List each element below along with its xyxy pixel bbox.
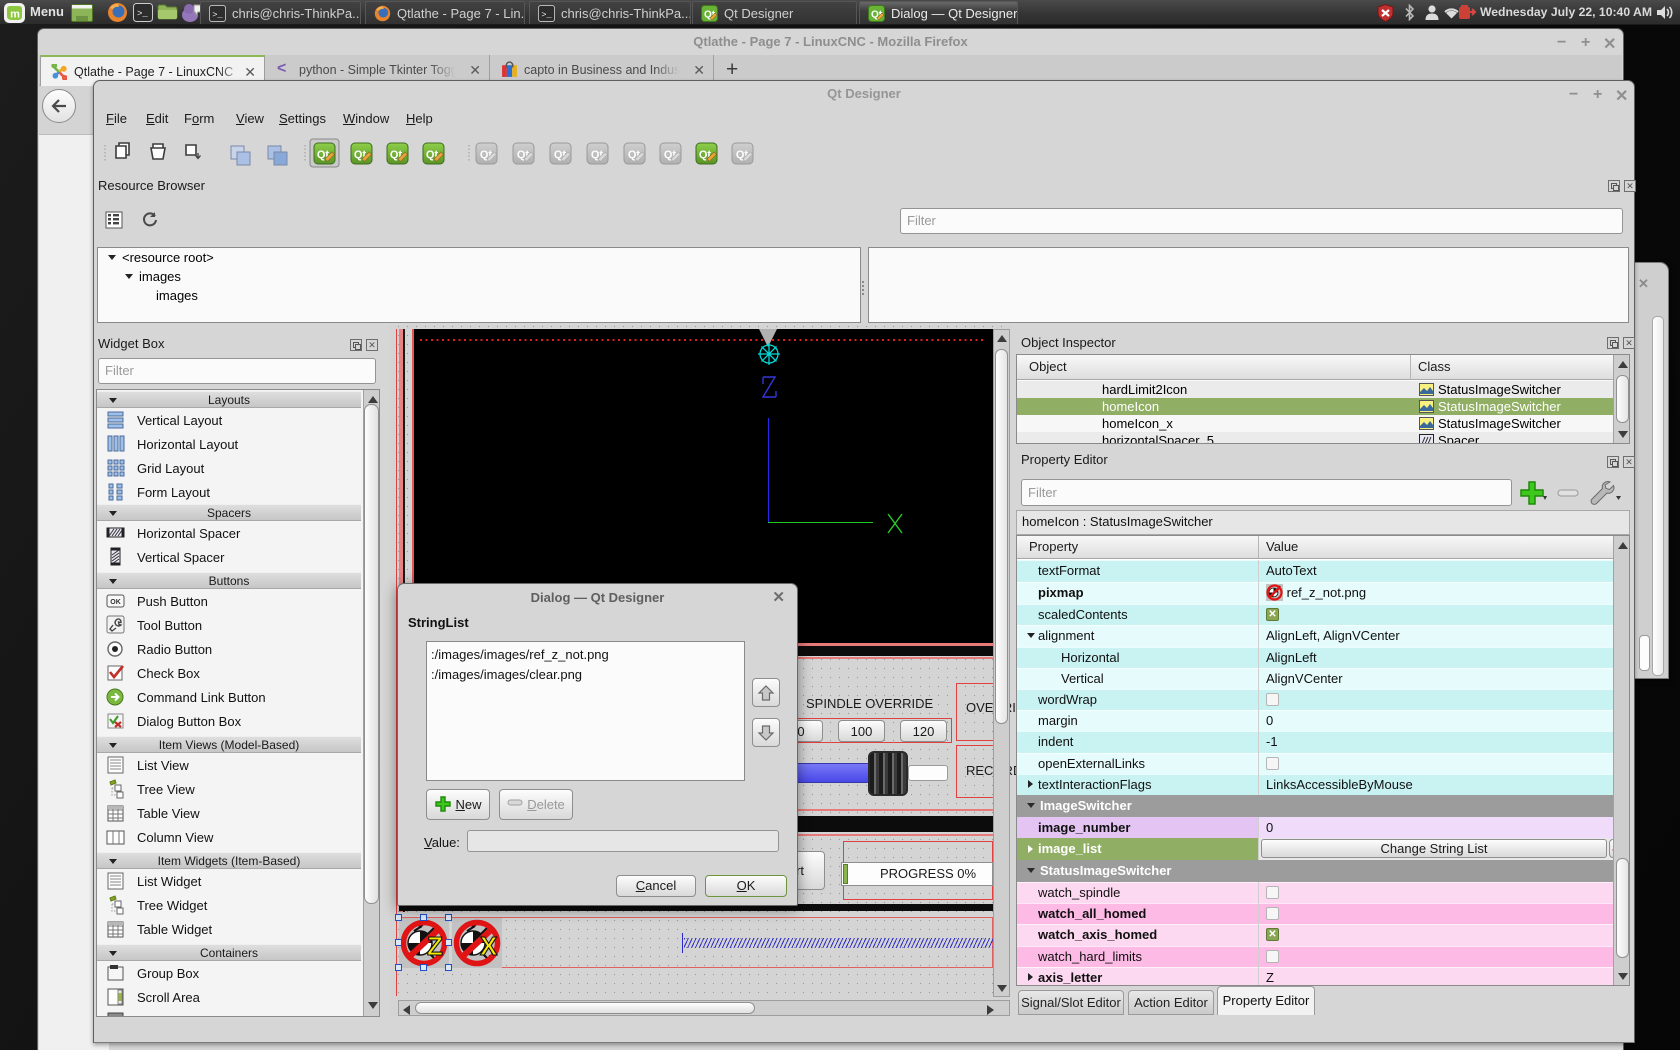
svg-text:OK: OK [110,599,121,606]
svg-text:>_: >_ [212,10,223,20]
svg-text:m: m [10,9,20,21]
svg-text:>_: >_ [137,9,148,19]
svg-text:Z: Z [427,931,443,961]
svg-text:>_: >_ [541,10,552,20]
svg-text:X: X [480,931,498,961]
